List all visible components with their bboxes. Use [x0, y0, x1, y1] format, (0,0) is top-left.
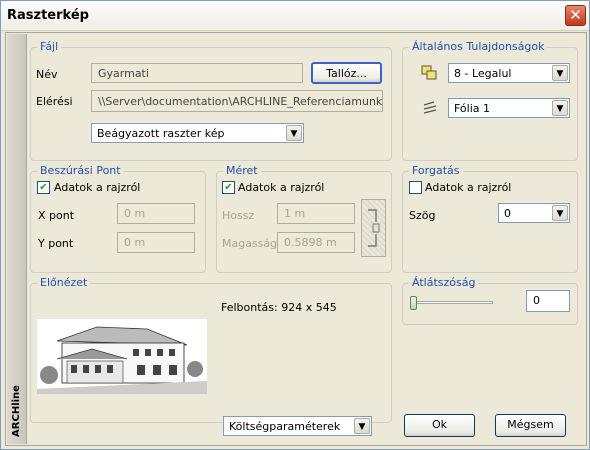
path-field[interactable]: \\Server\documentation\ARCHLINE_Referenc… — [91, 90, 383, 112]
ok-button[interactable]: Ok — [404, 414, 475, 437]
layer-icon — [421, 65, 437, 80]
layer-select-value: 8 - Legalul — [454, 67, 512, 80]
insert-point-legend: Beszúrási Pont — [37, 164, 124, 177]
rotation-group-legend: Forgatás — [409, 164, 463, 177]
window-title: Raszterkép — [7, 8, 89, 23]
preview-image — [37, 319, 207, 394]
height-field[interactable]: 0.5898 m — [277, 232, 355, 253]
path-label: Elérési — [36, 95, 73, 108]
name-field[interactable]: Gyarmati — [91, 63, 303, 83]
chevron-down-icon[interactable]: ▼ — [552, 100, 568, 116]
chevron-down-icon[interactable]: ▼ — [552, 205, 568, 221]
angle-select[interactable]: 0 ▼ — [498, 203, 570, 223]
transparency-slider-thumb[interactable] — [410, 296, 417, 310]
size-from-drawing-label: Adatok a rajzról — [238, 181, 325, 194]
chevron-down-icon[interactable]: ▼ — [552, 65, 568, 81]
sheet-select-value: Fólia 1 — [454, 102, 491, 115]
height-label: Magasság — [222, 237, 278, 250]
chain-link-icon — [368, 209, 380, 247]
dialog-window: Raszterkép ✕ ARCHline Fájl Név Gyarmati … — [0, 0, 590, 450]
sheet-select[interactable]: Fólia 1 ▼ — [448, 98, 570, 118]
cost-params-select[interactable]: Költségparaméterek ▼ — [223, 416, 372, 436]
resolution-text: Felbontás: 924 x 545 — [221, 301, 337, 314]
angle-select-value: 0 — [504, 207, 511, 220]
y-point-field[interactable]: 0 m — [117, 232, 195, 253]
chevron-down-icon[interactable]: ▼ — [354, 418, 370, 434]
transparency-group-legend: Átlátszóság — [409, 276, 479, 289]
browse-button[interactable]: Tallóz... — [311, 62, 382, 84]
length-label: Hossz — [222, 209, 255, 222]
x-point-field[interactable]: 0 m — [117, 203, 195, 224]
sheet-icon — [423, 101, 437, 114]
name-label: Név — [36, 68, 58, 81]
title-bar: Raszterkép ✕ — [1, 1, 589, 31]
angle-label: Szög — [409, 209, 436, 222]
x-point-label: X pont — [38, 209, 75, 222]
side-tab: ARCHline — [7, 34, 27, 444]
size-from-drawing-checkbox[interactable]: ✔ — [222, 181, 235, 194]
side-tab-label: ARCHline — [11, 385, 22, 437]
close-icon[interactable]: ✕ — [565, 5, 586, 26]
cancel-button[interactable]: Mégsem — [495, 414, 566, 437]
transparency-input[interactable]: 0 — [526, 290, 570, 312]
aspect-lock-button[interactable] — [361, 199, 386, 257]
layer-select[interactable]: 8 - Legalul ▼ — [448, 63, 570, 83]
embed-select-value: Beágyazott raszter kép — [97, 127, 225, 140]
chevron-down-icon[interactable]: ▼ — [286, 125, 302, 141]
length-field[interactable]: 1 m — [277, 203, 355, 224]
y-point-label: Y pont — [38, 237, 74, 250]
size-group-legend: Méret — [223, 164, 261, 177]
file-group-legend: Fájl — [37, 40, 62, 53]
general-group-legend: Általános Tulajdonságok — [409, 40, 548, 53]
rotation-from-drawing-checkbox[interactable] — [409, 181, 422, 194]
insert-from-drawing-label: Adatok a rajzról — [54, 181, 141, 194]
transparency-slider-track[interactable] — [411, 301, 493, 304]
insert-from-drawing-checkbox[interactable]: ✔ — [37, 181, 50, 194]
rotation-from-drawing-label: Adatok a rajzról — [425, 181, 512, 194]
preview-group-legend: Előnézet — [37, 276, 91, 289]
embed-select[interactable]: Beágyazott raszter kép ▼ — [91, 123, 304, 143]
cost-params-value: Költségparaméterek — [229, 420, 341, 433]
